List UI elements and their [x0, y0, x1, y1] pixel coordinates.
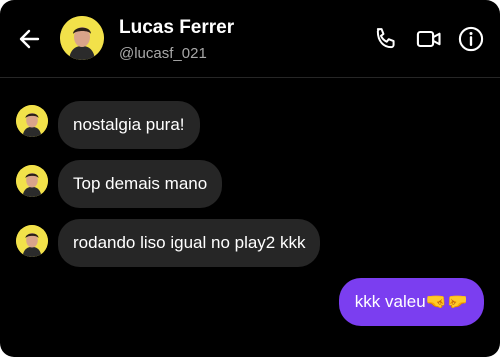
- contact-handle: @lucasf_021: [119, 45, 207, 62]
- contact-name[interactable]: Lucas Ferrer: [119, 17, 234, 39]
- phone-icon: [376, 28, 395, 49]
- avatar-photo: [16, 225, 48, 257]
- incoming-message[interactable]: Top demais mano: [58, 160, 223, 208]
- info-button[interactable]: [457, 25, 485, 53]
- avatar-photo: [60, 16, 104, 60]
- info-icon: [458, 26, 484, 52]
- avatar[interactable]: [60, 16, 104, 60]
- call-button[interactable]: [372, 25, 400, 53]
- video-call-button[interactable]: [415, 25, 443, 53]
- message-avatar[interactable]: [16, 225, 48, 257]
- back-button[interactable]: [14, 23, 46, 55]
- arrow-left-icon: [19, 29, 40, 49]
- incoming-message[interactable]: nostalgia pura!: [58, 101, 200, 149]
- chat-screen: Lucas Ferrer @lucasf_021 nostalgia pura!…: [0, 0, 500, 357]
- incoming-message[interactable]: rodando liso igual no play2 kkk: [58, 219, 321, 267]
- message-avatar[interactable]: [16, 165, 48, 197]
- avatar-photo: [16, 165, 48, 197]
- outgoing-message[interactable]: kkk valeu🤜🤛: [338, 278, 484, 326]
- avatar-photo: [16, 105, 48, 137]
- message-avatar[interactable]: [16, 105, 48, 137]
- chat-header: Lucas Ferrer @lucasf_021: [0, 0, 500, 78]
- video-camera-icon: [416, 30, 441, 48]
